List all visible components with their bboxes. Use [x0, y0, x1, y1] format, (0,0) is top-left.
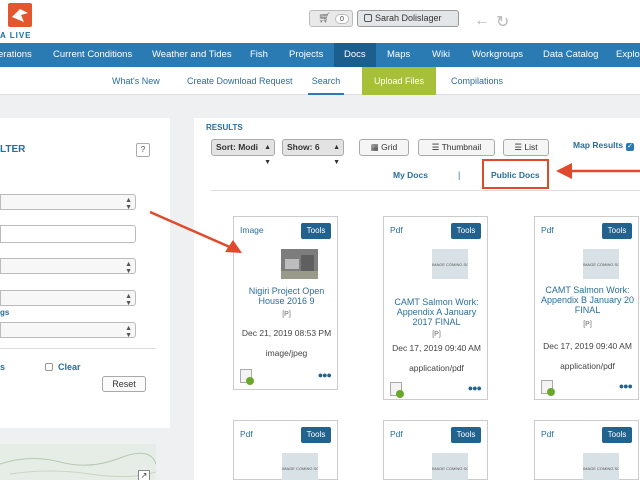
annotation-arrow-to-card — [149, 210, 242, 253]
annotation-arrows — [149, 163, 640, 253]
annotation-arrow-to-public-docs — [556, 163, 640, 179]
